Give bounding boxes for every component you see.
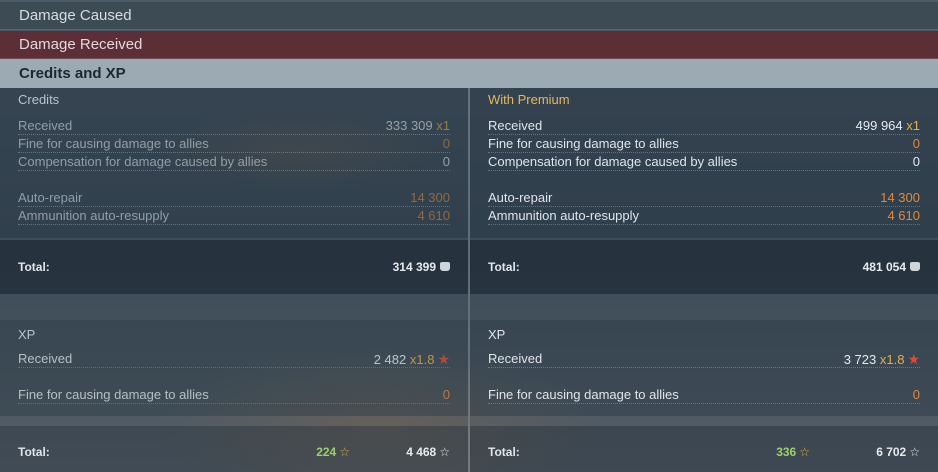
credits-received-row: Received 333 309 x1: [18, 117, 450, 135]
credits-total-value: 314 399: [393, 240, 450, 294]
premium-repair-row: Auto-repair 14 300: [488, 189, 920, 207]
xp-received-multiplier: x1.8: [409, 352, 435, 367]
xp-received-row: Received 2 482 x1.8 ★: [18, 350, 450, 368]
premium-total-bar: Total: 481 054: [470, 240, 938, 294]
xp-fine-label: Fine for causing damage to allies: [18, 387, 209, 402]
premium-fine-row: Fine for causing damage to allies 0: [488, 135, 920, 153]
premium-star-icon: ★: [437, 351, 450, 367]
credits-repair-row: Auto-repair 14 300: [18, 189, 450, 207]
credits-received-value: 333 309 x1: [385, 118, 450, 133]
xp-title: XP: [18, 327, 36, 342]
credits-received-label: Received: [18, 118, 73, 133]
premium-compensation-value: 0: [912, 154, 920, 169]
credits-ammo-row: Ammunition auto-resupply 4 610: [18, 207, 450, 225]
xp-total-bar: Total: 224 ☆ 4 468 ☆: [0, 426, 468, 472]
xp-fine-value: 0: [442, 387, 450, 402]
premium-xp-received-value: 3 723 x1.8 ★: [843, 351, 920, 367]
credits-coin-icon: [440, 262, 450, 272]
xp-received-value: 2 482 x1.8 ★: [373, 351, 450, 367]
premium-xp-received-multiplier: x1.8: [879, 352, 905, 367]
xp-panel: XP Received 2 482 x1.8 ★ Fine for causing…: [0, 320, 468, 416]
premium-xp-total-bar: Total: 336 ☆ 6 702 ☆: [470, 426, 938, 472]
credits-fine-label: Fine for causing damage to allies: [18, 136, 209, 151]
premium-xp-received-label: Received: [488, 351, 543, 366]
premium-received-multiplier: x1: [906, 118, 920, 133]
premium-xp-total-value: 6 702 ☆: [876, 445, 920, 459]
credits-repair-value: 14 300: [410, 190, 450, 205]
premium-xp-total-free: 336 ☆: [776, 445, 810, 459]
xp-star-icon: ☆: [439, 445, 450, 459]
tab-credits-xp[interactable]: Credits and XP: [0, 59, 938, 88]
credits-fine-value: 0: [442, 136, 450, 151]
premium-received-label: Received: [488, 118, 543, 133]
credits-compensation-row: Compensation for damage caused by allies…: [18, 153, 450, 171]
credits-total-label: Total:: [18, 260, 50, 274]
premium-received-row: Received 499 964 x1: [488, 117, 920, 135]
premium-repair-value: 14 300: [880, 190, 920, 205]
xp-total-free: 224 ☆: [316, 445, 350, 459]
tab-damage-received[interactable]: Damage Received: [0, 31, 938, 59]
xp-total-label: Total:: [18, 445, 50, 459]
premium-xp-received-row: Received 3 723 x1.8 ★: [488, 350, 920, 368]
premium-fine-value: 0: [912, 136, 920, 151]
premium-xp-fine-row: Fine for causing damage to allies 0: [488, 386, 920, 404]
premium-star-icon: ★: [907, 351, 920, 367]
premium-fine-label: Fine for causing damage to allies: [488, 136, 679, 151]
credits-panel: Credits Received 333 309 x1 Fine for cau…: [0, 88, 468, 238]
premium-title: With Premium: [488, 92, 570, 107]
credits-coin-icon: [910, 262, 920, 272]
premium-credits-panel: With Premium Received 499 964 x1 Fine fo…: [470, 88, 938, 238]
premium-compensation-label: Compensation for damage caused by allies: [488, 154, 738, 169]
credits-compensation-value: 0: [442, 154, 450, 169]
premium-xp-title: XP: [488, 327, 506, 342]
credits-received-multiplier: x1: [436, 118, 450, 133]
xp-received-label: Received: [18, 351, 73, 366]
premium-repair-label: Auto-repair: [488, 190, 553, 205]
xp-fine-row: Fine for causing damage to allies 0: [18, 386, 450, 404]
credits-ammo-label: Ammunition auto-resupply: [18, 208, 170, 223]
tab-damage-caused[interactable]: Damage Caused: [0, 2, 938, 30]
premium-ammo-label: Ammunition auto-resupply: [488, 208, 640, 223]
free-xp-star-icon: ☆: [339, 445, 350, 459]
credits-fine-row: Fine for causing damage to allies 0: [18, 135, 450, 153]
premium-xp-fine-label: Fine for causing damage to allies: [488, 387, 679, 402]
premium-ammo-value: 4 610: [887, 208, 920, 223]
premium-total-value: 481 054: [863, 240, 920, 294]
premium-xp-total-label: Total:: [488, 445, 520, 459]
premium-xp-panel: XP Received 3 723 x1.8 ★ Fine for causing…: [470, 320, 938, 416]
credits-repair-label: Auto-repair: [18, 190, 83, 205]
xp-total-value: 4 468 ☆: [406, 445, 450, 459]
xp-star-icon: ☆: [909, 445, 920, 459]
free-xp-star-icon: ☆: [799, 445, 810, 459]
credits-ammo-value: 4 610: [417, 208, 450, 223]
premium-total-label: Total:: [488, 260, 520, 274]
premium-xp-fine-value: 0: [912, 387, 920, 402]
premium-ammo-row: Ammunition auto-resupply 4 610: [488, 207, 920, 225]
premium-received-value: 499 964 x1: [855, 118, 920, 133]
credits-total-bar: Total: 314 399: [0, 240, 468, 294]
credits-compensation-label: Compensation for damage caused by allies: [18, 154, 268, 169]
credits-title: Credits: [18, 92, 60, 107]
premium-compensation-row: Compensation for damage caused by allies…: [488, 153, 920, 171]
column-divider: [468, 88, 470, 472]
